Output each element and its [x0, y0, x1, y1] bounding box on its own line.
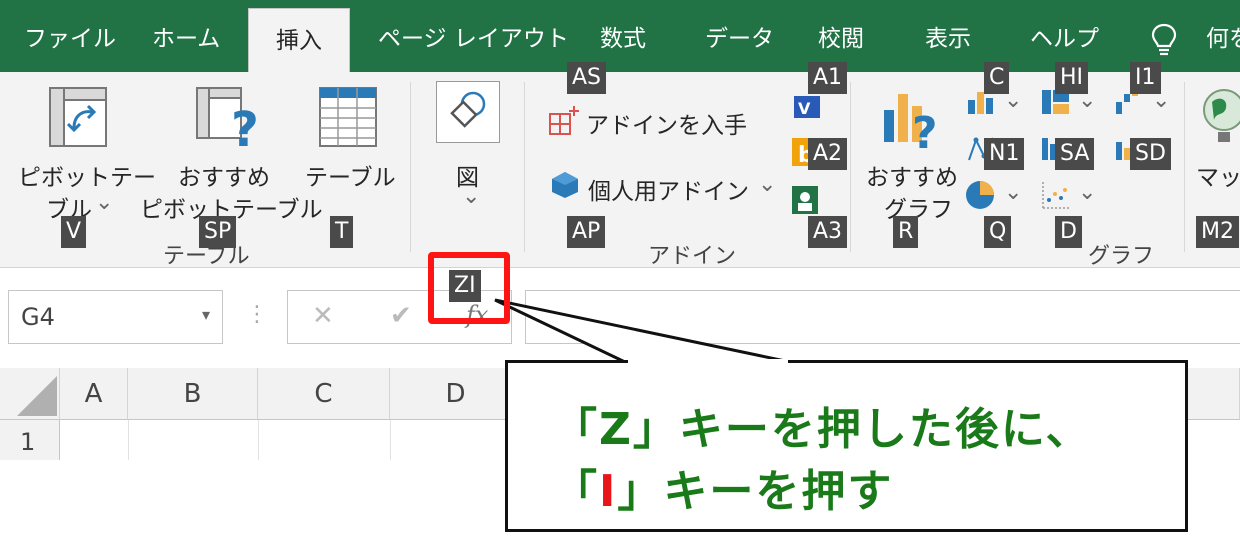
annotation-text: 」キーを押す: [617, 466, 894, 517]
annotation-bracket-open: 「: [553, 404, 599, 455]
keytip-highlight-box: [428, 252, 510, 324]
annotation-key-z: Z: [599, 404, 633, 455]
annotation-key-i: I: [599, 466, 618, 517]
callout-joint: [628, 359, 788, 365]
annotation-line-2: 「I」キーを押す: [553, 455, 893, 519]
annotation-callout: 「Z」キーを押した後に、 「I」キーを押す: [505, 360, 1188, 532]
annotation-text: 」キーを押した後に、: [632, 404, 1092, 455]
annotation-bracket-open: 「: [553, 466, 599, 517]
annotation-line-1: 「Z」キーを押した後に、: [553, 393, 1092, 457]
